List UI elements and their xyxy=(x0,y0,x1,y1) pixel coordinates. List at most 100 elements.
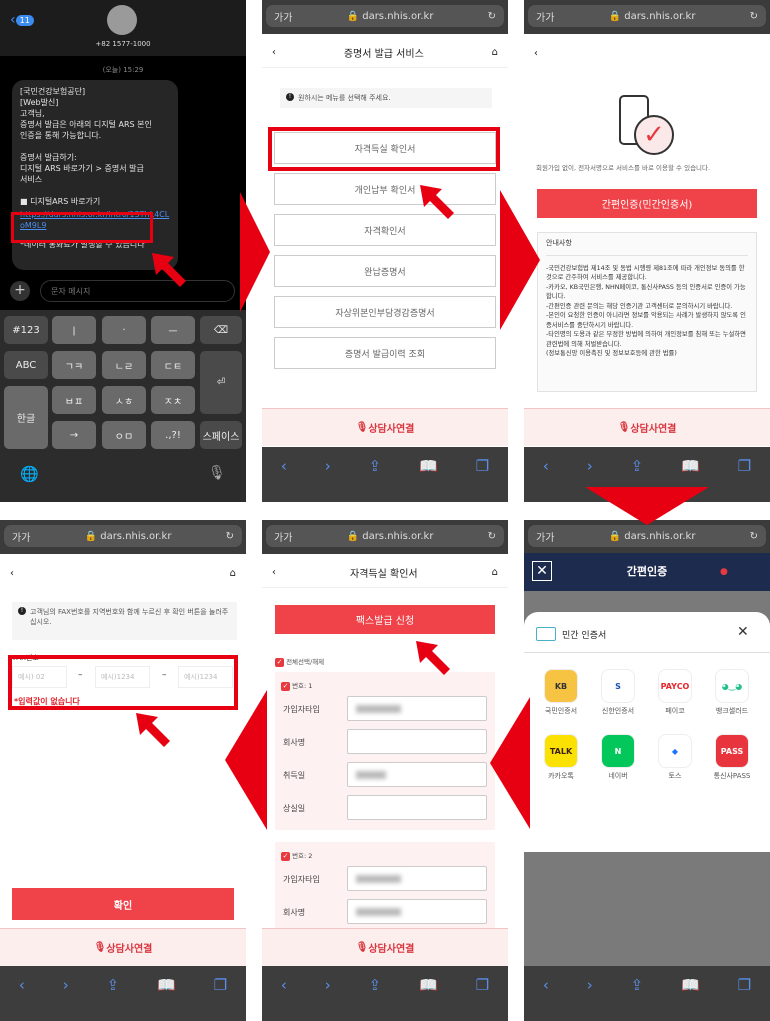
provider-1[interactable]: S 신한인증서 xyxy=(589,669,647,716)
provider-0[interactable]: KB 국민인증서 xyxy=(532,669,590,716)
provider-6[interactable]: ◆ 토스 xyxy=(646,734,704,781)
close-icon[interactable]: ✕ xyxy=(532,561,552,581)
home-icon[interactable]: ⌂ xyxy=(492,47,498,58)
consult-button[interactable]: 🎙 상담사연결 xyxy=(262,928,508,966)
share-icon[interactable]: ⇪ xyxy=(107,976,120,1021)
field-value xyxy=(347,696,487,721)
keyboard-key[interactable]: ABC xyxy=(4,351,48,379)
keyboard-key[interactable]: ㅇㅁ xyxy=(102,421,146,449)
tabs-icon[interactable]: ❐ xyxy=(738,457,751,502)
back-icon[interactable]: ‹ xyxy=(272,47,276,58)
share-icon[interactable]: ⇪ xyxy=(369,457,382,502)
record-checkbox[interactable]: ✓ 번호: 2 xyxy=(281,850,312,861)
forward-icon[interactable]: › xyxy=(325,457,331,502)
sender-number[interactable]: +82 1577-1000 xyxy=(0,40,246,48)
field-value xyxy=(347,866,487,891)
auth-subtitle: 회원가입 없이, 전자서명으로 서비스를 바로 이용할 수 있습니다. xyxy=(536,164,711,172)
keyboard-key[interactable]: .,?! xyxy=(151,421,195,449)
tabs-icon[interactable]: ❐ xyxy=(738,976,751,1021)
provider-2[interactable]: PAYCO 페이코 xyxy=(646,669,704,716)
menu-item[interactable]: 자격확인서 xyxy=(274,214,496,246)
consult-button[interactable]: 🎙 상담사연결 xyxy=(0,928,246,966)
provider-name: 카카오톡 xyxy=(548,772,574,780)
bookmarks-icon[interactable]: 📖 xyxy=(419,457,438,502)
consult-button[interactable]: 🎙 상담사연결 xyxy=(262,408,508,446)
forward-icon[interactable]: › xyxy=(587,976,593,1021)
home-icon[interactable]: ⌂ xyxy=(230,568,236,579)
keyboard-key[interactable]: ㄴㄹ xyxy=(102,351,146,379)
notice: ! 원하시는 메뉴를 선택해 주세요. xyxy=(280,88,492,108)
keyboard-key[interactable]: ⏎ xyxy=(200,351,242,414)
menu-item[interactable]: 자상위본인부담경감증명서 xyxy=(274,296,496,328)
confirm-button[interactable]: 확인 xyxy=(12,888,234,920)
simple-auth-button[interactable]: 간편인증(민간인증서) xyxy=(537,189,757,218)
back-icon[interactable]: ‹ xyxy=(543,976,549,1021)
link-highlight xyxy=(11,212,153,243)
keyboard-key[interactable]: ㄷㅌ xyxy=(151,351,195,379)
keyboard-key[interactable]: ㅅㅎ xyxy=(102,386,146,414)
avatar[interactable] xyxy=(107,5,137,35)
provider-5[interactable]: N 네이버 xyxy=(589,734,647,781)
back-icon[interactable]: ‹ xyxy=(534,48,538,59)
bookmarks-icon[interactable]: 📖 xyxy=(681,976,700,1021)
back-icon[interactable]: ‹ xyxy=(281,976,287,1021)
keyboard-key[interactable]: ㅂㅍ xyxy=(52,386,96,414)
share-icon[interactable]: ⇪ xyxy=(631,976,644,1021)
page-title: 자격득실 확인서 xyxy=(350,569,418,580)
message-input[interactable]: 문자 메시지 xyxy=(40,280,235,302)
address-bar[interactable]: 가가 🔒 dars.nhis.or.kr ↻ xyxy=(524,520,770,554)
keyboard-key[interactable]: ㅡ xyxy=(151,316,195,344)
consult-button[interactable]: 🎙 상담사연결 xyxy=(524,408,770,446)
redacted-value xyxy=(356,771,386,779)
tabs-icon[interactable]: ❐ xyxy=(476,457,489,502)
keyboard-key[interactable]: #123 xyxy=(4,316,48,344)
microphone-icon[interactable]: 🎙 xyxy=(208,465,226,481)
globe-icon[interactable]: 🌐 xyxy=(20,465,39,483)
forward-icon[interactable]: › xyxy=(63,976,69,1021)
menu-item[interactable]: 증명서 발급이력 조회 xyxy=(274,337,496,369)
share-icon[interactable]: ⇪ xyxy=(369,976,382,1021)
tabs-icon[interactable]: ❐ xyxy=(476,976,489,1021)
address-bar[interactable]: 가가 🔒 dars.nhis.or.kr ↻ xyxy=(262,0,508,34)
record-checkbox[interactable]: ✓ 번호: 1 xyxy=(281,680,312,691)
reload-icon[interactable]: ↻ xyxy=(488,11,496,22)
tabs-icon[interactable]: ❐ xyxy=(214,976,227,1021)
keyboard-key[interactable]: ㅣ xyxy=(52,316,96,344)
back-icon[interactable]: ‹ xyxy=(281,457,287,502)
menu-item[interactable]: 완납증명서 xyxy=(274,255,496,287)
page-header: ‹ 자격득실 확인서 ⌂ xyxy=(262,558,508,588)
keyboard-key[interactable]: → xyxy=(52,421,96,449)
notice-box: 안내사항 -국민건강보험법 제14조 및 동법 시행령 제81조에 따라 개인정… xyxy=(537,232,757,392)
keyboard-key[interactable]: ⌫ xyxy=(200,316,242,344)
back-icon[interactable]: ‹ xyxy=(543,457,549,502)
keyboard-key[interactable]: ㅈㅊ xyxy=(151,386,195,414)
menu-item[interactable]: 개인납부 확인서 xyxy=(274,173,496,205)
keyboard-key[interactable]: ㄱㅋ xyxy=(52,351,96,379)
provider-7[interactable]: PASS 통신사PASS xyxy=(703,734,761,781)
text-size-button[interactable]: 가가 xyxy=(274,9,292,24)
browser-toolbar: ‹ › ⇪ 📖 ❐ xyxy=(0,966,246,1021)
bookmarks-icon[interactable]: 📖 xyxy=(157,976,176,1021)
select-all-checkbox[interactable]: ✓ 전체선택/해제 xyxy=(275,656,324,667)
keyboard-key[interactable]: 스페이스 xyxy=(200,421,242,449)
field-label: 회사명 xyxy=(283,738,306,747)
back-icon[interactable]: ‹ xyxy=(19,976,25,1021)
address-bar[interactable]: 가가 🔒 dars.nhis.or.kr ↻ xyxy=(524,0,770,34)
bookmarks-icon[interactable]: 📖 xyxy=(419,976,438,1021)
back-icon[interactable]: ‹ xyxy=(10,568,14,579)
keyboard-key[interactable]: 한글 xyxy=(4,386,48,449)
provider-4[interactable]: TALK 카카오톡 xyxy=(532,734,590,781)
provider-3[interactable]: ◕‿◕ 뱅크샐러드 xyxy=(703,669,761,716)
fax-issue-button[interactable]: 팩스발급 신청 xyxy=(275,605,495,634)
sheet-close-icon[interactable]: ✕ xyxy=(737,624,749,640)
address-bar[interactable]: 가가 🔒 dars.nhis.or.kr ↻ xyxy=(262,520,508,554)
keyboard-key[interactable]: · xyxy=(102,316,146,344)
back-button[interactable]: ‹ 11 xyxy=(10,12,34,28)
add-button[interactable]: + xyxy=(10,281,30,301)
notice-line: (정보통신망 이용촉진 및 정보보호등에 관한 법률) xyxy=(546,350,677,357)
back-icon[interactable]: ‹ xyxy=(272,567,276,578)
home-icon[interactable]: ⌂ xyxy=(492,567,498,578)
provider-name: 토스 xyxy=(668,772,682,780)
forward-icon[interactable]: › xyxy=(325,976,331,1021)
address-bar[interactable]: 가가 🔒 dars.nhis.or.kr ↻ xyxy=(0,520,246,554)
